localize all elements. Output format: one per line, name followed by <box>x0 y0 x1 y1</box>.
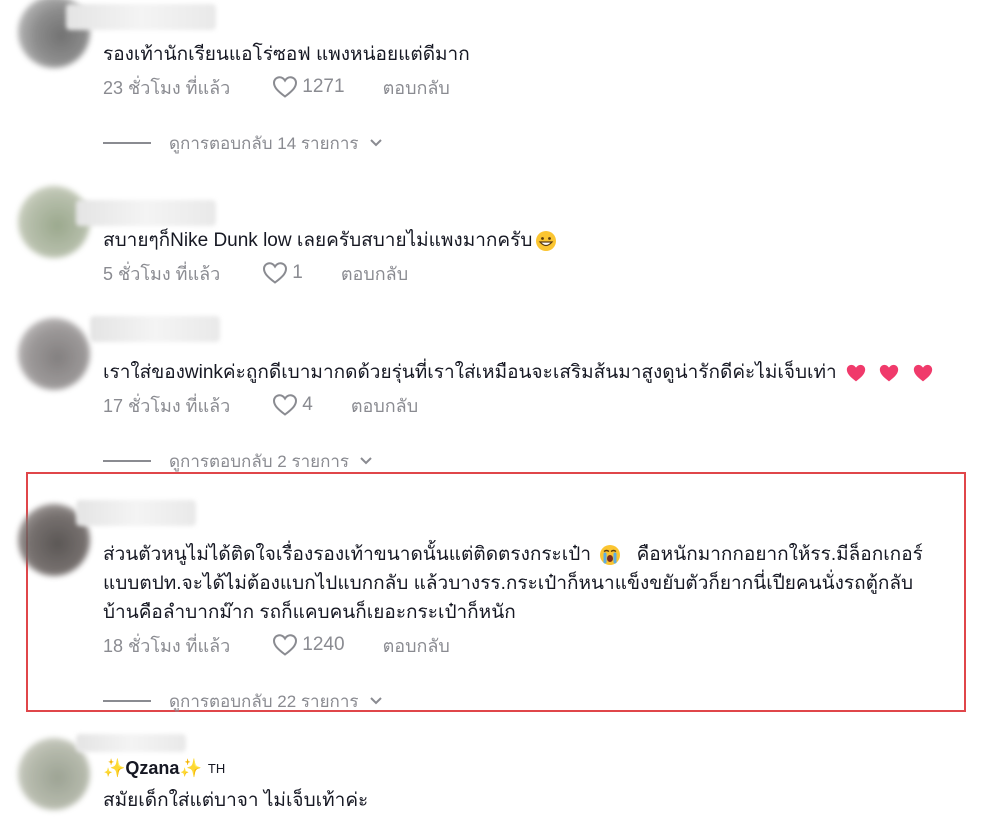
view-replies-label: ดูการตอบกลับ 2 รายการ <box>169 451 350 471</box>
chevron-down-icon <box>360 457 372 465</box>
like-count: 1271 <box>302 76 345 97</box>
comment-meta: 17 ชั่วโมง ที่แล้ว 4 ตอบกลับ <box>103 392 418 418</box>
chevron-down-icon <box>369 139 382 147</box>
comment-text-line: แบบตปท.จะได้ไม่ต้องแบกไปแบกกลับ แล้วบางร… <box>103 573 914 594</box>
comment-text-content: คือหนักมากกอยากให้รร.มีล็อกเกอร์ <box>636 544 923 565</box>
comment-text: รองเท้านักเรียนแอโร่ซอฟ แพงหน่อยแต่ดีมาก <box>103 44 470 65</box>
comment-text-content: ส่วนตัวหนูไม่ได้ติดใจเรื่องรองเท้าขนาดนั… <box>103 544 591 565</box>
grinning-face-emoji <box>536 230 557 251</box>
view-replies-label: ดูการตอบกลับ 22 รายการ <box>169 691 359 711</box>
sparkles-emoji: ✨ <box>179 758 202 778</box>
comment-time: 17 ชั่วโมง ที่แล้ว <box>103 395 231 416</box>
like-button[interactable]: 1271 <box>272 75 345 99</box>
username-blurred[interactable] <box>76 500 196 526</box>
view-replies-button[interactable]: ดูการตอบกลับ 14 รายการ <box>103 132 383 154</box>
like-count: 1 <box>292 262 303 283</box>
chevron-down-icon <box>369 697 382 705</box>
avatar[interactable] <box>18 318 90 390</box>
comment-time: 23 ชั่วโมง ที่แล้ว <box>103 77 231 98</box>
comment-item: รองเท้านักเรียนแอโร่ซอฟ แพงหน่อยแต่ดีมาก… <box>0 0 987 170</box>
comment-item: สบายๆก็Nike Dunk low เลยครับสบายไม่แพงมา… <box>0 180 987 300</box>
username-blurred[interactable] <box>76 734 186 752</box>
pink-heart-emoji <box>913 364 932 382</box>
comment-text-line: บ้านคือลำบากม๊าก รถก็แคบคนก็เยอะกระเป๋าก… <box>103 602 516 623</box>
heart-icon <box>273 394 298 416</box>
like-count: 4 <box>302 394 313 415</box>
reply-button[interactable]: ตอบกลับ <box>351 391 418 420</box>
divider-line <box>103 700 151 702</box>
pink-heart-emoji <box>880 364 899 382</box>
sparkles-emoji: ✨ <box>103 758 126 778</box>
loudly-crying-face-emoji <box>600 544 621 565</box>
username-blurred[interactable] <box>90 316 220 342</box>
like-button[interactable]: 4 <box>272 393 313 417</box>
reply-button[interactable]: ตอบกลับ <box>383 631 450 660</box>
username-blurred[interactable] <box>76 200 216 226</box>
divider-line <box>103 460 151 462</box>
comment-meta: 5 ชั่วโมง ที่แล้ว 1 ตอบกลับ <box>103 260 408 286</box>
comment-time: 18 ชั่วโมง ที่แล้ว <box>103 635 231 656</box>
country-badge: TH <box>207 761 226 776</box>
view-replies-button[interactable]: ดูการตอบกลับ 22 รายการ <box>103 690 383 712</box>
pink-heart-emoji <box>846 364 866 382</box>
username-blurred[interactable] <box>66 4 216 30</box>
view-replies-button[interactable]: ดูการตอบกลับ 2 รายการ <box>103 450 373 472</box>
reply-button[interactable]: ตอบกลับ <box>341 259 408 288</box>
comment-meta: 18 ชั่วโมง ที่แล้ว 1240 ตอบกลับ <box>103 632 450 658</box>
comment-text-content: สบายๆก็Nike Dunk low เลยครับสบายไม่แพงมา… <box>103 230 533 251</box>
comment-text-line: ส่วนตัวหนูไม่ได้ติดใจเรื่องรองเท้าขนาดนั… <box>103 540 963 569</box>
comment-item: ส่วนตัวหนูไม่ได้ติดใจเรื่องรองเท้าขนาดนั… <box>0 480 987 712</box>
comment-username[interactable]: ✨ Qzana ✨ TH <box>103 758 225 779</box>
like-button[interactable]: 1240 <box>272 633 345 657</box>
like-button[interactable]: 1 <box>262 261 303 285</box>
like-count: 1240 <box>302 634 345 655</box>
heart-icon <box>263 262 288 284</box>
comment-text-content: เราใส่ของwinkค่ะถูกดีเบามากดด้วยรุ่นที่เ… <box>103 362 837 383</box>
comment-time: 5 ชั่วโมง ที่แล้ว <box>103 263 221 284</box>
view-replies-label: ดูการตอบกลับ 14 รายการ <box>169 133 359 153</box>
heart-icon <box>273 634 298 656</box>
comment-text: เราใส่ของwinkค่ะถูกดีเบามากดด้วยรุ่นที่เ… <box>103 358 934 387</box>
comment-text: สบายๆก็Nike Dunk low เลยครับสบายไม่แพงมา… <box>103 226 557 255</box>
comment-item: เราใส่ของwinkค่ะถูกดีเบามากดด้วยรุ่นที่เ… <box>0 310 987 472</box>
heart-icon <box>273 76 298 98</box>
comment-text: ส่วนตัวหนูไม่ได้ติดใจเรื่องรองเท้าขนาดนั… <box>103 540 963 627</box>
divider-line <box>103 142 151 144</box>
reply-button[interactable]: ตอบกลับ <box>383 73 450 102</box>
comment-text: สมัยเด็กใส่แต่บาจา ไม่เจ็บเท้าค่ะ <box>103 790 369 811</box>
username-text: Qzana <box>125 758 180 778</box>
comment-meta: 23 ชั่วโมง ที่แล้ว 1271 ตอบกลับ <box>103 74 450 100</box>
